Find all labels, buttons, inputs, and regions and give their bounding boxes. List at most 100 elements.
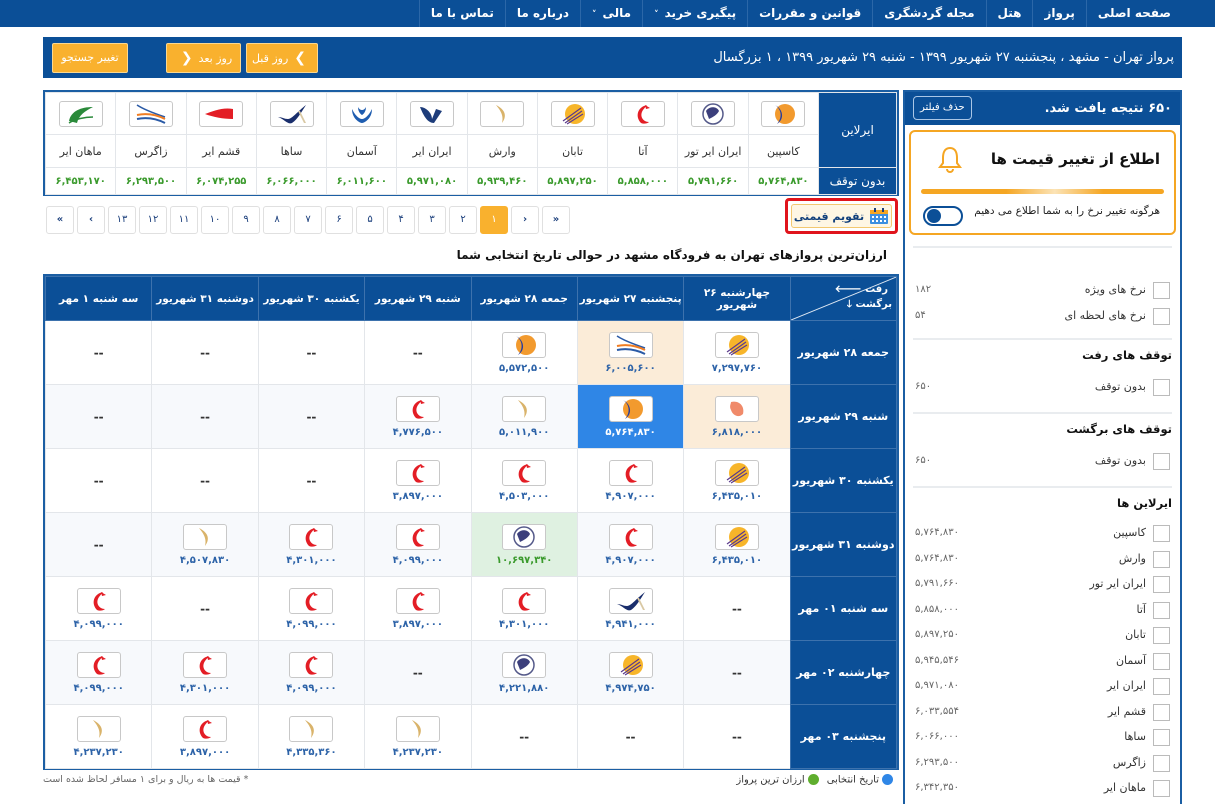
page-button-10[interactable]: ۱۰ (201, 206, 229, 234)
nav-item-4[interactable]: قوانین و مقررات (747, 0, 872, 27)
last-page-button[interactable]: « (542, 206, 570, 234)
airline-logo-cell[interactable] (466, 92, 538, 135)
page-button-2[interactable]: ۲ (449, 206, 477, 234)
checkbox[interactable] (1153, 453, 1170, 470)
clear-filter-button[interactable]: حذف فیلتر (913, 96, 972, 120)
page-button-6[interactable]: ۶ (325, 206, 353, 234)
page-button-7[interactable]: ۷ (294, 206, 322, 234)
checkbox[interactable] (1153, 627, 1170, 644)
filter-option[interactable]: ایران ایر ۵,۹۷۱,۰۸۰ (913, 677, 1172, 697)
page-button-12[interactable]: ۱۲ (139, 206, 167, 234)
page-button-3[interactable]: ۳ (418, 206, 446, 234)
grid-cell-flight[interactable]: ۶,۴۳۵,۰۱۰ (683, 512, 791, 577)
grid-cell-flight[interactable]: ۷,۲۹۷,۷۶۰ (683, 320, 791, 385)
airline-name[interactable]: ایران ایر (396, 134, 468, 168)
airline-logo-cell[interactable] (185, 92, 257, 135)
grid-cell-flight[interactable]: ۴,۵۰۷,۸۳۰ (151, 512, 259, 577)
checkbox[interactable] (1153, 703, 1170, 721)
grid-cell-flight[interactable]: ۵,۰۱۱,۹۰۰ (470, 384, 578, 449)
nav-item-0[interactable]: صفحه اصلی (1085, 0, 1182, 27)
airline-logo-cell[interactable] (677, 92, 749, 135)
checkbox[interactable] (1153, 754, 1170, 772)
grid-cell-flight[interactable]: ۶,۰۰۵,۶۰۰ (576, 320, 685, 385)
filter-option[interactable]: قشم ایر ۶,۰۳۳,۵۵۴ (913, 703, 1172, 723)
nav-item-6[interactable]: مالی ˅ (580, 0, 642, 27)
grid-cell-flight[interactable]: ۱۰,۶۹۷,۳۴۰ (470, 512, 578, 577)
airline-name[interactable]: ساها (255, 134, 328, 168)
grid-cell-flight[interactable]: ۴,۰۹۹,۰۰۰ (257, 640, 366, 705)
checkbox[interactable] (1153, 780, 1170, 797)
grid-cell-flight[interactable]: ۴,۹۰۷,۰۰۰ (576, 512, 685, 577)
airline-min-price[interactable]: ۶,۴۵۳,۱۷۰ (44, 167, 117, 195)
airline-logo-cell[interactable] (326, 92, 398, 135)
checkbox[interactable] (1153, 525, 1170, 542)
grid-cell-flight[interactable]: ۵,۵۷۲,۵۰۰ (470, 320, 578, 385)
airline-min-price[interactable]: ۶,۰۷۴,۲۵۵ (185, 167, 257, 195)
filter-option[interactable]: نرخ های ویژه ۱۸۲ (913, 281, 1172, 301)
page-button-11[interactable]: ۱۱ (170, 206, 198, 234)
page-button-9[interactable]: ۹ (232, 206, 260, 234)
grid-cell-flight[interactable]: ۴,۲۳۷,۲۳۰ (364, 704, 472, 769)
price-alert-toggle[interactable] (923, 206, 963, 226)
filter-option[interactable]: بدون توقف ۶۵۰ (913, 452, 1172, 472)
airline-min-price[interactable]: ۵,۷۶۴,۸۳۰ (747, 167, 820, 195)
airline-min-price[interactable]: ۵,۹۳۹,۴۶۰ (466, 167, 538, 195)
airline-name[interactable]: وارش (466, 134, 538, 168)
grid-cell-flight[interactable]: ۴,۷۷۶,۵۰۰ (364, 384, 472, 449)
filter-option[interactable]: کاسپین ۵,۷۶۴,۸۳۰ (913, 524, 1172, 544)
nav-item-5[interactable]: پیگیری خرید ˅ (642, 0, 747, 27)
airline-name[interactable]: کاسپین (747, 134, 820, 168)
airline-name[interactable]: زاگرس (115, 134, 187, 168)
airline-name[interactable]: ماهان ایر (44, 134, 117, 168)
nav-item-8[interactable]: تماس با ما (418, 0, 505, 27)
checkbox[interactable] (1153, 601, 1170, 619)
grid-cell-flight[interactable]: ۴,۰۹۹,۰۰۰ (364, 512, 472, 577)
grid-cell-flight[interactable]: ۴,۳۰۱,۰۰۰ (470, 576, 578, 641)
airline-logo-cell[interactable] (536, 92, 609, 135)
grid-cell-flight[interactable]: ۴,۰۹۹,۰۰۰ (44, 576, 153, 641)
grid-cell-flight[interactable]: ۵,۷۶۴,۸۳۰ (576, 384, 685, 449)
airline-name[interactable]: قشم ایر (185, 134, 257, 168)
filter-option[interactable]: ایران ایر تور ۵,۷۹۱,۶۶۰ (913, 575, 1172, 595)
page-button-4[interactable]: ۴ (387, 206, 415, 234)
nav-item-1[interactable]: پرواز (1032, 0, 1085, 27)
airline-min-price[interactable]: ۶,۲۹۳,۵۰۰ (115, 167, 187, 195)
nav-item-7[interactable]: درباره ما (504, 0, 580, 27)
filter-option[interactable]: زاگرس ۶,۲۹۳,۵۰۰ (913, 754, 1172, 774)
grid-cell-flight[interactable]: ۴,۳۰۱,۰۰۰ (257, 512, 366, 577)
airline-min-price[interactable]: ۶,۰۶۶,۰۰۰ (255, 167, 328, 195)
grid-cell-flight[interactable]: ۴,۳۰۱,۰۰۰ (151, 640, 259, 705)
change-search-button[interactable]: تغییر جستجو (52, 43, 128, 73)
grid-cell-flight[interactable]: ۴,۲۲۱,۸۸۰ (470, 640, 578, 705)
grid-cell-flight[interactable]: ۶,۸۱۸,۰۰۰ (683, 384, 791, 449)
grid-cell-flight[interactable]: ۴,۰۹۹,۰۰۰ (257, 576, 366, 641)
filter-option[interactable]: بدون توقف ۶۵۰ (913, 378, 1172, 398)
page-button-8[interactable]: ۸ (263, 206, 291, 234)
checkbox[interactable] (1153, 550, 1170, 568)
grid-cell-flight[interactable]: ۴,۲۳۷,۲۳۰ (44, 704, 153, 769)
grid-cell-flight[interactable]: ۴,۹۷۴,۷۵۰ (576, 640, 685, 705)
checkbox[interactable] (1153, 379, 1170, 396)
airline-min-price[interactable]: ۵,۷۹۱,۶۶۰ (677, 167, 749, 195)
filter-option[interactable]: ماهان ایر ۶,۳۴۲,۳۵۰ (913, 779, 1172, 799)
airline-min-price[interactable]: ۵,۸۵۸,۰۰۰ (607, 167, 679, 195)
airline-name[interactable]: آسمان (326, 134, 398, 168)
checkbox[interactable] (1153, 282, 1170, 299)
grid-cell-flight[interactable]: ۴,۰۹۹,۰۰۰ (44, 640, 153, 705)
grid-cell-flight[interactable]: ۶,۴۳۵,۰۱۰ (683, 448, 791, 513)
filter-option[interactable]: وارش ۵,۷۶۴,۸۳۰ (913, 550, 1172, 570)
checkbox[interactable] (1153, 576, 1170, 593)
grid-cell-flight[interactable]: ۴,۳۳۵,۳۶۰ (257, 704, 366, 769)
grid-cell-flight[interactable]: ۴,۵۰۳,۰۰۰ (470, 448, 578, 513)
filter-option[interactable]: نرخ های لحظه ای ۵۴ (913, 307, 1172, 327)
nav-item-3[interactable]: مجله گردشگری (872, 0, 985, 27)
next-day-button[interactable]: روز بعد ❮ (166, 43, 241, 73)
grid-cell-flight[interactable]: ۴,۹۴۱,۰۰۰ (576, 576, 685, 641)
page-button-5[interactable]: ۵ (356, 206, 384, 234)
price-calendar-button[interactable]: تقویم قیمتی (785, 198, 898, 234)
filter-option[interactable]: آتا ۵,۸۵۸,۰۰۰ (913, 601, 1172, 621)
airline-logo-cell[interactable] (255, 92, 328, 135)
filter-option[interactable]: آسمان ۵,۹۴۵,۵۴۶ (913, 652, 1172, 672)
page-button-13[interactable]: ۱۳ (108, 206, 136, 234)
prev-page-button[interactable]: ‹ (511, 206, 539, 234)
